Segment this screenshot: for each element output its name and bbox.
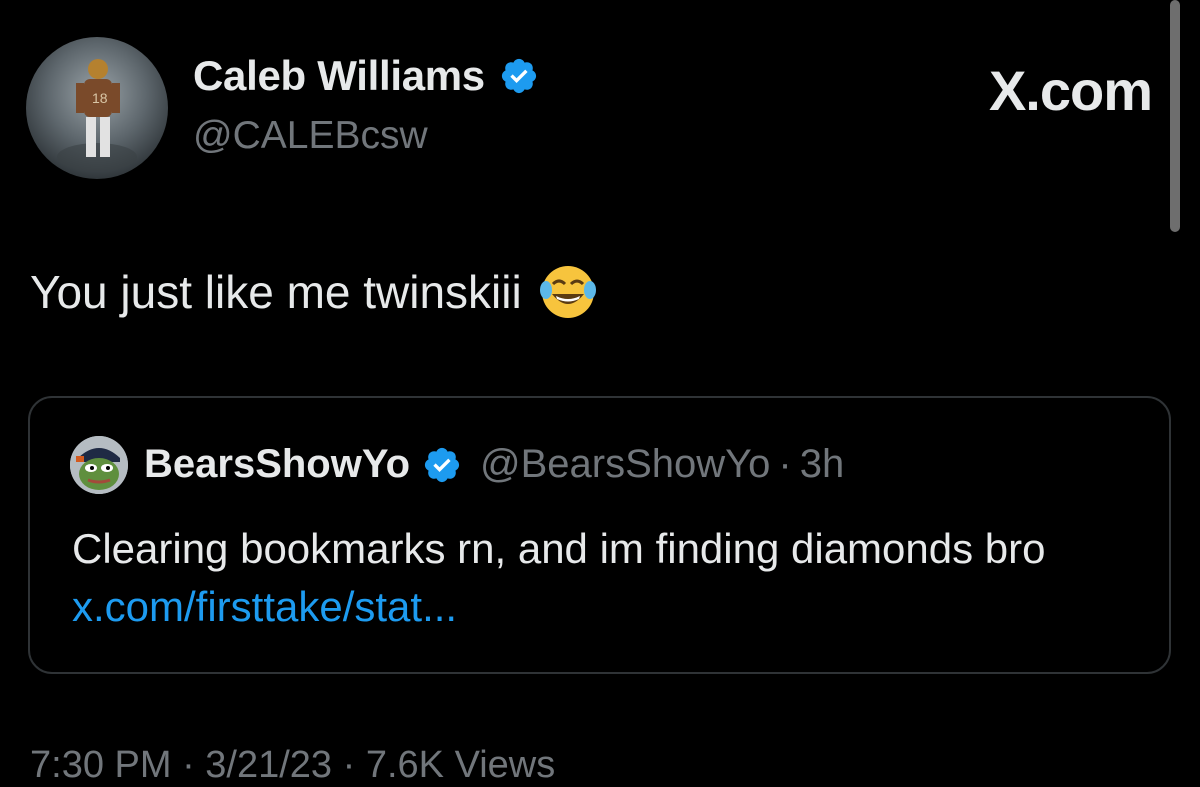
quoted-link[interactable]: x.com/firsttake/stat...: [72, 583, 457, 630]
author-name[interactable]: Caleb Williams: [193, 52, 485, 100]
verified-badge-icon: [501, 58, 536, 94]
brand-watermark: X.com: [988, 59, 1153, 122]
tweet-meta: 7:30 PM · 3/21/23 · 7.6K Views: [30, 744, 556, 786]
quoted-header: BearsShowYo @BearsShowYo · 3h: [144, 442, 844, 487]
laughing-crying-emoji-icon: [539, 266, 596, 318]
quoted-body: Clearing bookmarks rn, and im finding di…: [72, 525, 1046, 572]
quoted-timestamp[interactable]: 3h: [800, 442, 845, 487]
scrollbar[interactable]: [1170, 0, 1180, 232]
author-handle[interactable]: @CALEBcsw: [193, 114, 428, 158]
author-name-row: Caleb Williams: [193, 52, 539, 100]
separator-dot: ·: [778, 442, 792, 486]
quoted-tweet-card[interactable]: BearsShowYo @BearsShowYo · 3h Clearing b…: [28, 396, 1171, 674]
tweet-text: You just like me twinskiii: [30, 262, 598, 322]
quoted-handle[interactable]: @BearsShowYo: [480, 442, 770, 487]
quoted-name[interactable]: BearsShowYo: [144, 442, 410, 487]
player-photo: 18: [57, 59, 137, 171]
pepe-avatar-icon: [70, 436, 128, 494]
quoted-avatar[interactable]: [70, 436, 128, 494]
verified-badge-icon: [424, 447, 460, 482]
profile-avatar[interactable]: 18: [26, 37, 168, 179]
tweet-body: You just like me twinskiii: [30, 266, 522, 318]
quoted-text: Clearing bookmarks rn, and im finding di…: [72, 520, 1132, 636]
svg-text:18: 18: [92, 90, 108, 106]
